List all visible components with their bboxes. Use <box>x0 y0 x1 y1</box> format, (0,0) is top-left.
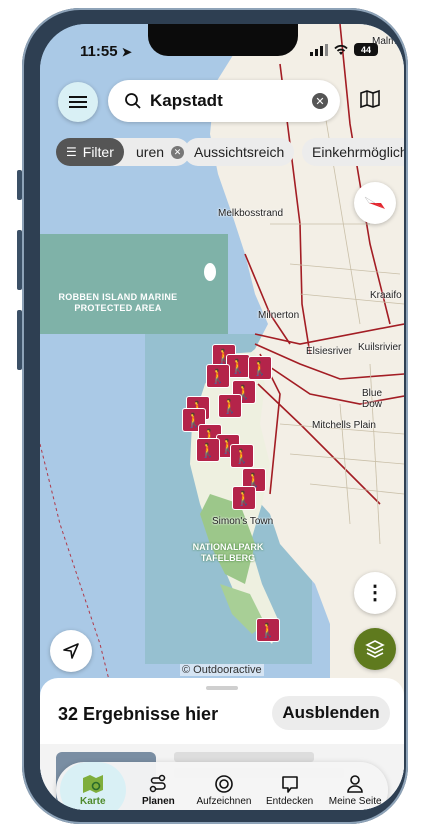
label-elsiesriver: Elsiesriver <box>306 346 353 357</box>
label-kuilsrivier: Kuilsrivier <box>358 342 402 353</box>
compass-button[interactable] <box>354 182 396 224</box>
status-time: 11:55 ➤ <box>80 43 132 60</box>
tab-planen-label: Planen <box>141 795 175 807</box>
tab-entdecken[interactable]: Entdecken <box>257 762 323 810</box>
map-copyright: © Outdooractive <box>180 664 264 676</box>
label-robben-island-line2: PROTECTED AREA <box>74 303 162 313</box>
label-robben-island: ROBBEN ISLAND MARINE PROTECTED AREA <box>58 292 178 314</box>
tab-meine-seite-label: Meine Seite <box>328 795 382 807</box>
hiker-icon: 🚶 <box>221 397 239 414</box>
map-download-icon <box>360 89 380 109</box>
label-melkbosstrand: Melkbosstrand <box>218 208 284 219</box>
compass-icon <box>364 196 385 209</box>
hiker-icon: 🚶 <box>235 489 253 506</box>
hiking-pin[interactable]: 🚶 <box>256 618 280 642</box>
label-nationalpark-line2: TAFELBERG <box>200 553 256 563</box>
navigation-arrow-icon <box>63 643 79 659</box>
sheet-grabber[interactable] <box>206 686 238 690</box>
label-kraaifo: Kraaifo <box>370 290 402 301</box>
chip-remove-icon[interactable]: ✕ <box>171 145 185 159</box>
search-input[interactable]: Kapstadt <box>150 91 312 111</box>
more-vertical-icon: ⋮ <box>365 582 385 604</box>
label-nationalpark-line1: NATIONALPARK <box>192 542 264 552</box>
cellular-signal-icon <box>310 43 328 56</box>
robben-island <box>204 263 216 281</box>
filter-button[interactable]: ☰ Filter <box>56 138 124 166</box>
label-mitchells-plain: Mitchells Plain <box>312 420 376 431</box>
hiker-icon: 🚶 <box>199 441 217 458</box>
status-time-text: 11:55 <box>80 43 118 60</box>
results-count: 32 Ergebnisse hier <box>58 704 219 724</box>
hiker-icon: 🚶 <box>251 359 269 376</box>
hamburger-menu-icon <box>69 93 87 111</box>
filter-button-label: Filter <box>82 144 114 160</box>
layers-icon <box>365 640 385 658</box>
hiking-pin[interactable]: 🚶 <box>230 444 254 468</box>
map-download-button[interactable] <box>350 80 390 120</box>
filter-icon: ☰ <box>66 145 77 159</box>
clear-search-icon[interactable]: ✕ <box>312 93 328 109</box>
label-blue-down: Blue Dow <box>362 388 383 410</box>
notch <box>148 24 298 56</box>
label-milnerton: Milnerton <box>258 310 300 321</box>
chip-touren-label: uren <box>136 144 165 160</box>
tab-planen[interactable]: Planen <box>126 762 192 810</box>
search-bar[interactable]: Kapstadt ✕ <box>108 80 340 122</box>
hiker-icon: 🚶 <box>259 621 277 638</box>
chip-aussichtsreich-label: Aussichtsreich <box>194 144 285 160</box>
hiker-icon: 🚶 <box>209 367 227 384</box>
map-layers-button[interactable] <box>354 628 396 670</box>
hiker-icon: 🚶 <box>233 447 251 464</box>
hiking-pin[interactable]: 🚶 <box>248 356 272 380</box>
tab-karte[interactable]: Karte <box>60 762 126 810</box>
tab-meine-seite[interactable]: Meine Seite <box>322 762 388 810</box>
bottom-tab-bar: Karte Planen Aufzeichnen Entdecken Meine… <box>56 762 388 810</box>
label-robben-island-line1: ROBBEN ISLAND MARINE <box>58 292 178 302</box>
result-title-placeholder <box>174 752 314 762</box>
hide-results-button[interactable]: Ausblenden <box>272 696 390 730</box>
label-nationalpark: NATIONALPARK TAFELBERG <box>188 542 268 564</box>
map-tab-icon <box>82 774 103 793</box>
hiking-pin[interactable]: 🚶 <box>232 486 256 510</box>
hiking-pin[interactable]: 🚶 <box>196 438 220 462</box>
label-simons-town: Simon's Town <box>212 516 274 527</box>
tab-entdecken-label: Entdecken <box>265 795 314 807</box>
tab-aufzeichnen[interactable]: Aufzeichnen <box>191 762 257 810</box>
chip-einkehrmoeglich[interactable]: Einkehrmöglich <box>302 138 404 166</box>
hiker-icon: 🚶 <box>229 357 247 374</box>
record-icon <box>215 774 233 793</box>
chip-aussichtsreich[interactable]: Aussichtsreich <box>184 138 295 166</box>
my-location-button[interactable] <box>50 630 92 672</box>
chip-einkehrmoeglich-label: Einkehrmöglich <box>312 144 404 160</box>
battery-level: 44 <box>360 44 371 55</box>
route-plan-icon <box>150 774 167 792</box>
profile-icon <box>347 774 363 793</box>
hiking-pin[interactable]: 🚶 <box>206 364 230 388</box>
wifi-icon <box>334 44 348 55</box>
tab-aufzeichnen-label: Aufzeichnen <box>196 795 252 807</box>
screen: Melkbosstrand Malm Kraaifo Milnerton Els… <box>40 24 404 810</box>
status-icons: 44 <box>310 43 378 56</box>
battery-icon: 44 <box>354 43 378 56</box>
hiking-pin[interactable]: 🚶 <box>218 394 242 418</box>
search-icon <box>125 93 141 109</box>
results-sheet[interactable]: 32 Ergebnisse hier Ausblenden Karte Plan… <box>40 678 404 810</box>
discover-icon <box>281 775 298 793</box>
location-arrow-icon: ➤ <box>121 45 132 59</box>
tab-karte-label: Karte <box>80 795 106 807</box>
marine-protected-area <box>40 234 228 334</box>
more-options-button[interactable]: ⋮ <box>354 572 396 614</box>
menu-button[interactable] <box>58 82 98 122</box>
